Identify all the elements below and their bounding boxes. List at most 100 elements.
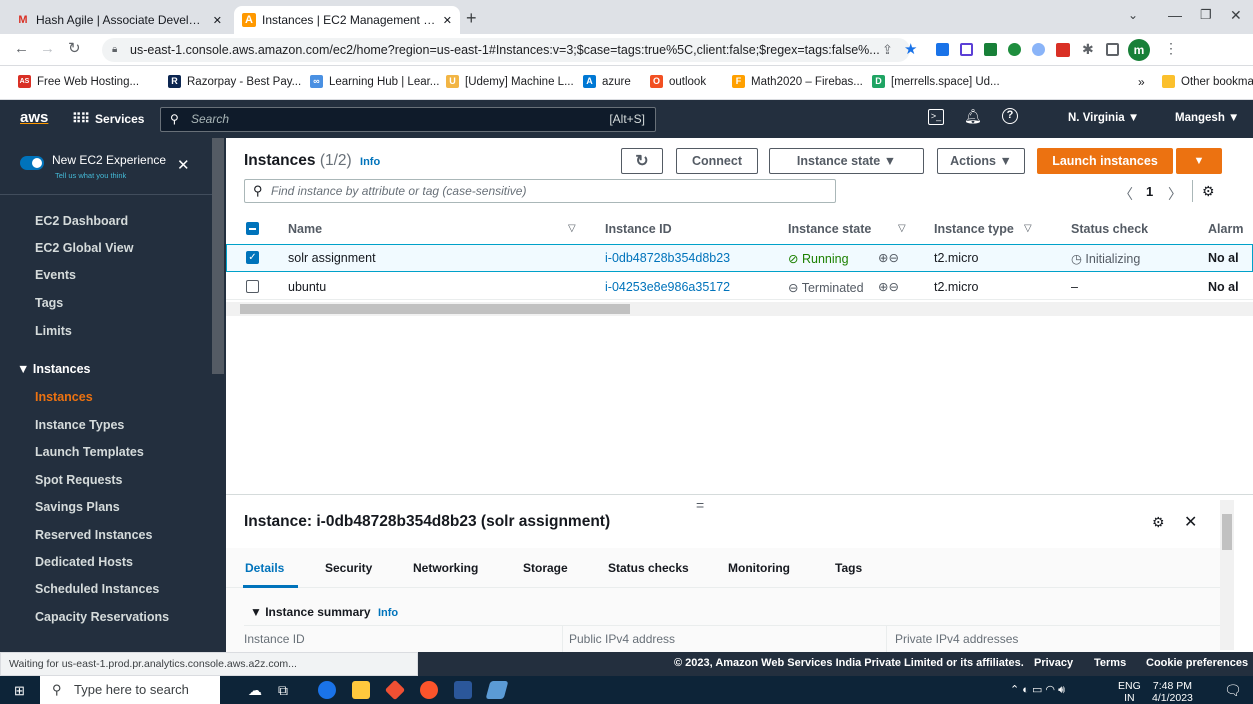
bookmark-item[interactable]: Ooutlook [650, 75, 706, 88]
back-icon[interactable]: ← [14, 40, 29, 57]
tab-status-checks[interactable]: Status checks [608, 561, 689, 575]
bookmark-item[interactable]: Aazure [583, 75, 631, 88]
sidebar-item-ec2-global-view[interactable]: EC2 Global View [35, 241, 133, 255]
tab-details[interactable]: Details [245, 561, 284, 575]
close-icon[interactable]: ✕ [443, 14, 452, 27]
filter-input[interactable]: ⚲ Find instance by attribute or tag (cas… [244, 179, 836, 203]
sidebar-item-instance-types[interactable]: Instance Types [35, 418, 124, 432]
puzzle-icon[interactable]: ✱ [1082, 41, 1094, 58]
bookmark-item[interactable]: U [Udemy] Machine L... [446, 75, 574, 88]
row-checkbox[interactable]: ✓ [246, 251, 259, 264]
tab-hash-agile[interactable]: M Hash Agile | Associate Developm ✕ [8, 6, 230, 34]
services-button[interactable]: ⠿⠿ Services [72, 108, 152, 130]
actions-button[interactable]: Actions ▼ [937, 148, 1025, 174]
bookmark-item[interactable]: F Math2020 – Firebas... [732, 75, 863, 88]
account-menu[interactable]: Mangesh ▼ [1175, 112, 1239, 124]
zoom-icon[interactable]: ⊕⊖ [878, 250, 899, 265]
launch-instances-button[interactable]: Launch instances [1037, 148, 1173, 174]
extension-icon[interactable] [936, 43, 949, 56]
sidebar-item-tags[interactable]: Tags [35, 296, 63, 310]
sidebar-scrollbar[interactable] [212, 138, 224, 374]
detail-scrollbar[interactable] [1220, 500, 1234, 650]
instance-id-link[interactable]: i-04253e8e986a35172 [605, 280, 730, 294]
restore-icon[interactable]: ❐ [1200, 7, 1212, 23]
cloudshell-icon[interactable]: >_ [928, 109, 944, 125]
column-header-status-check[interactable]: Status check [1071, 222, 1148, 236]
git-icon[interactable] [384, 679, 406, 701]
close-icon[interactable]: ✕ [1184, 512, 1197, 532]
refresh-button[interactable]: ↻ [621, 148, 663, 174]
side-panel-icon[interactable] [1106, 43, 1119, 56]
horizontal-scrollbar[interactable] [226, 302, 1253, 316]
help-icon[interactable]: ? [1002, 108, 1018, 124]
tab-security[interactable]: Security [325, 561, 372, 575]
bookmark-item[interactable]: AS Free Web Hosting... [18, 75, 139, 88]
task-view-icon[interactable]: ⧉ [278, 682, 288, 699]
select-all-checkbox[interactable] [246, 222, 259, 235]
feedback-link[interactable]: Tell us what you think [55, 171, 126, 180]
prev-page-icon[interactable]: 〈 [1119, 184, 1133, 204]
sidebar-item-capacity-reservations[interactable]: Capacity Reservations [35, 610, 169, 624]
word-icon[interactable] [454, 681, 472, 699]
url-field[interactable]: 🔒︎ us-east-1.console.aws.amazon.com/ec2/… [102, 38, 910, 62]
search-input[interactable]: ⚲ Search [Alt+S] [160, 107, 656, 132]
sidebar-item-limits[interactable]: Limits [35, 324, 72, 338]
profile-avatar[interactable]: m [1128, 39, 1150, 61]
sidebar-item-spot-requests[interactable]: Spot Requests [35, 473, 123, 487]
notification-icon[interactable]: 🗨︎ [1224, 682, 1242, 699]
bookmark-item[interactable]: D [merrells.space] Ud... [872, 75, 1000, 88]
info-link[interactable]: Info [360, 156, 380, 168]
app-icon[interactable] [485, 681, 509, 699]
share-icon[interactable]: ⇪ [882, 42, 893, 58]
drag-handle-icon[interactable]: = [696, 497, 704, 513]
chrome-icon[interactable] [318, 681, 336, 699]
bookmarks-more-button[interactable]: » [1138, 75, 1145, 89]
reload-icon[interactable]: ↻ [68, 39, 81, 57]
extension-icon[interactable] [1008, 43, 1021, 56]
extension-icon[interactable] [1056, 43, 1070, 57]
instance-state-button[interactable]: Instance state ▼ [769, 148, 924, 174]
new-tab-button[interactable]: + [466, 8, 477, 29]
settings-gear-icon[interactable]: ⚙ [1152, 514, 1165, 531]
tab-storage[interactable]: Storage [523, 561, 568, 575]
minimize-icon[interactable]: — [1168, 7, 1182, 23]
file-explorer-icon[interactable] [352, 681, 370, 699]
taskbar-search[interactable]: ⚲ Type here to search [40, 676, 220, 704]
windows-start-icon[interactable]: ⊞ [14, 683, 25, 699]
bookmark-star-icon[interactable]: ★ [904, 40, 917, 58]
extension-icon[interactable] [1032, 43, 1045, 56]
settings-gear-icon[interactable]: ⚙ [1202, 183, 1215, 200]
terms-link[interactable]: Terms [1094, 657, 1126, 669]
row-checkbox[interactable] [246, 280, 259, 293]
postman-icon[interactable] [420, 681, 438, 699]
sidebar-item-reserved-instances[interactable]: Reserved Instances [35, 528, 152, 542]
launch-dropdown-button[interactable]: ▼ [1176, 148, 1222, 174]
instance-id-link[interactable]: i-0db48728b354d8b23 [605, 251, 730, 265]
other-bookmarks[interactable]: Other bookmarks [1162, 75, 1253, 88]
column-header-instance-type[interactable]: Instance type [934, 222, 1014, 236]
clock[interactable]: 7:48 PM 4/1/2023 [1152, 680, 1193, 704]
close-icon[interactable]: ✕ [177, 156, 190, 174]
next-page-icon[interactable]: 〉 [1168, 184, 1182, 204]
sort-icon[interactable]: ▽ [898, 223, 906, 234]
column-header-name[interactable]: Name [288, 222, 322, 236]
sidebar-item-savings-plans[interactable]: Savings Plans [35, 500, 120, 514]
sidebar-item-instances[interactable]: Instances [35, 390, 93, 404]
language-indicator[interactable]: ENG IN [1118, 680, 1141, 704]
sidebar-section-instances[interactable]: ▼ Instances [17, 362, 91, 376]
split-divider[interactable] [226, 494, 1253, 495]
sort-icon[interactable]: ▽ [1024, 223, 1032, 234]
region-selector[interactable]: N. Virginia ▼ [1068, 112, 1139, 124]
extension-icon[interactable] [960, 43, 973, 56]
extension-icon[interactable] [984, 43, 997, 56]
chevron-down-icon[interactable]: ⌄ [1128, 8, 1138, 22]
tab-tags[interactable]: Tags [835, 561, 862, 575]
tab-networking[interactable]: Networking [413, 561, 478, 575]
weather-icon[interactable]: ☁ [248, 682, 262, 699]
bookmark-item[interactable]: R Razorpay - Best Pay... [168, 75, 301, 88]
instance-summary-header[interactable]: ▼ Instance summary Info [250, 605, 398, 619]
sidebar-item-scheduled-instances[interactable]: Scheduled Instances [35, 582, 159, 596]
sidebar-item-launch-templates[interactable]: Launch Templates [35, 445, 144, 459]
bell-icon[interactable]: 🔔︎ [964, 108, 982, 125]
close-icon[interactable]: ✕ [213, 14, 222, 27]
